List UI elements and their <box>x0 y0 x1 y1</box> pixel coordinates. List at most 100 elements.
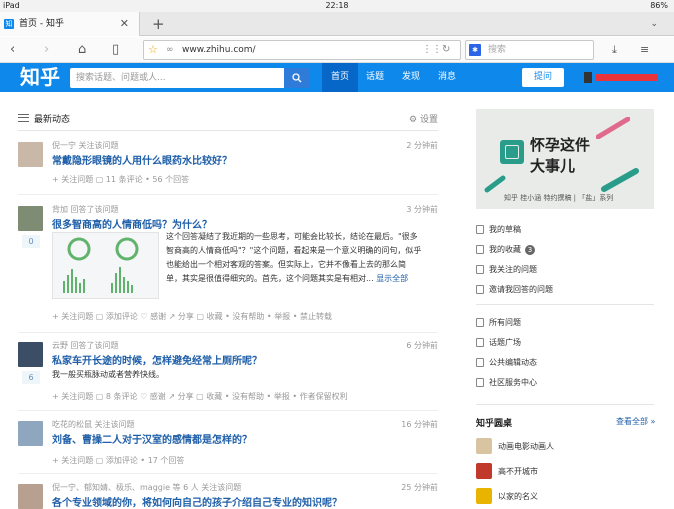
feed-settings-link[interactable]: ⚙ 设置 <box>409 112 438 125</box>
roundtable-title: 知乎圆桌 <box>476 419 513 429</box>
item-actions[interactable]: + 关注问题 ▢ 添加评论 ♡ 感谢 ↗ 分享 ▢ 收藏 • 没有帮助 • 举报… <box>52 311 332 322</box>
menu-icon[interactable]: ≡ <box>640 41 649 59</box>
sidebar-item-label: 我的草稿 <box>489 225 521 234</box>
feed-item: 倪一宁、郁知婧、极乐、maggie 等 6 人 关注该问题 25 分钟前 各个专… <box>18 482 438 509</box>
gear-icon <box>476 378 484 387</box>
topic-icon <box>476 338 484 347</box>
new-tab-icon[interactable]: + <box>152 12 165 36</box>
divider <box>476 304 654 305</box>
roundtable-view-all-link[interactable]: 查看全部 » <box>616 416 655 427</box>
excerpt-line: 也能给出一个相对客观的答案。但实际上，它并不像看上去的那么简 <box>166 260 406 269</box>
item-actions[interactable]: + 关注问题 ▢ 11 条评论 • 56 个回答 <box>52 174 189 185</box>
answer-excerpt[interactable]: 这个回答凝结了我近期的一些思考，可能会比较长，结论在最后。"很多 智商高的人情商… <box>166 230 438 286</box>
chevron-down-icon[interactable]: ⌄ <box>650 12 658 36</box>
divider <box>18 410 438 411</box>
draft-icon <box>476 225 484 234</box>
divider <box>18 194 438 195</box>
count-badge: 3 <box>525 245 535 255</box>
ask-button[interactable]: 提问 <box>522 68 564 87</box>
promo-banner[interactable]: 怀孕这件 大事儿 知乎 桂小涵 特约撰稿 | 「盐」系列 <box>476 109 654 209</box>
address-bar[interactable]: ☆ ∞ www.zhihu.com/ ⋮⋮ ↻ <box>143 40 461 60</box>
status-bar: iPad 22:18 86% <box>0 0 674 12</box>
question-link[interactable]: 各个专业领域的你，将如何向自己的孩子介绍自己专业的知识呢？ <box>52 494 342 509</box>
show-all-link[interactable]: 显示全部 <box>376 274 408 283</box>
answer-thumbnail[interactable] <box>52 232 159 299</box>
tab-zhihu[interactable]: 知 首页 - 知乎 ✕ <box>0 12 140 36</box>
divider <box>18 473 438 474</box>
question-link[interactable]: 常戴隐形眼镜的人用什么眼药水比较好？ <box>52 152 232 167</box>
item-meta[interactable]: 背加 回答了该问题 <box>52 204 119 215</box>
item-time: 2 分钟前 <box>406 141 438 150</box>
item-time: 3 分钟前 <box>406 205 438 214</box>
sidebar-item-label: 邀请我回答的问题 <box>489 285 553 294</box>
excerpt-line: 这个回答凝结了我近期的一些思考，可能会比较长，结论在最后。"很多 <box>166 232 418 241</box>
question-link[interactable]: 很多智商高的人情商低吗？为什么？ <box>52 216 212 231</box>
question-link[interactable]: 私家车开长途的时候，怎样避免经常上厕所呢？ <box>52 352 262 367</box>
answer-excerpt[interactable]: 我一般买瓶脉动或者营养快线。 <box>52 368 164 382</box>
roundtable-label: 以家的名义 <box>498 492 538 501</box>
nav-home[interactable]: 首页 <box>322 63 359 92</box>
download-icon[interactable]: ⤓ <box>612 41 617 59</box>
nav-explore[interactable]: 发现 <box>393 63 429 92</box>
avatar[interactable] <box>18 484 43 509</box>
excerpt-line: 单，其实是很值得细究的。首先，这个问题其实是有相对... <box>166 274 374 283</box>
avatar[interactable] <box>584 72 592 83</box>
vote-count[interactable]: 6 <box>22 371 40 384</box>
vote-count[interactable]: 0 <box>22 235 40 248</box>
thermometer-icon <box>601 168 639 192</box>
reload-icon[interactable]: ↻ <box>442 41 450 59</box>
nav-messages[interactable]: 消息 <box>429 63 465 92</box>
item-meta[interactable]: 倪一宁、郁知婧、极乐、maggie 等 6 人 关注该问题 <box>52 482 241 493</box>
item-meta[interactable]: 云野 回答了该问题 <box>52 340 119 351</box>
app-logo-icon <box>500 140 524 164</box>
item-time: 6 分钟前 <box>406 341 438 350</box>
redacted-username <box>596 74 658 81</box>
avatar[interactable] <box>18 206 43 231</box>
browser-search-box[interactable]: ✱ 搜索 <box>465 40 594 60</box>
item-time: 25 分钟前 <box>401 483 438 492</box>
roundtable-label: 高不开城市 <box>498 467 538 476</box>
zhihu-search-button[interactable] <box>284 68 310 88</box>
feed-item: 吃花的松鼠 关注该问题 16 分钟前 刘备、曹操二人对于汉室的感情都是怎样的？ … <box>18 419 438 469</box>
zhihu-logo[interactable]: 知乎 <box>20 63 60 92</box>
chart-thumbnail-icon <box>63 237 139 293</box>
item-actions[interactable]: + 关注问题 ▢ 添加评论 • 17 个回答 <box>52 455 184 466</box>
roundtable-label: 动画电影动画人 <box>498 442 554 451</box>
zhihu-header: 知乎 搜索话题、问题或人... 首页 话题 发现 消息 提问 <box>0 63 674 92</box>
forward-icon[interactable]: › <box>44 41 49 59</box>
question-link[interactable]: 刘备、曹操二人对于汉室的感情都是怎样的？ <box>52 431 252 446</box>
sidebar-item-label: 所有问题 <box>489 318 521 327</box>
tab-title: 首页 - 知乎 <box>19 19 64 29</box>
feed-item: 倪一宁 关注该问题 2 分钟前 常戴隐形眼镜的人用什么眼药水比较好？ + 关注问… <box>18 140 438 190</box>
back-icon[interactable]: ‹ <box>10 41 15 59</box>
close-tab-icon[interactable]: ✕ <box>120 12 129 36</box>
bookmarks-icon[interactable]: ▯ <box>112 41 119 59</box>
document-icon <box>476 285 484 294</box>
list-icon <box>18 114 29 122</box>
sidebar-item-label: 我关注的问题 <box>489 265 537 274</box>
item-meta[interactable]: 吃花的松鼠 关注该问题 <box>52 419 135 430</box>
star-icon[interactable]: ☆ <box>148 41 158 59</box>
feed-title: 最新动态 <box>34 115 71 125</box>
browser-toolbar: ‹ › ⌂ ▯ ☆ ∞ www.zhihu.com/ ⋮⋮ ↻ ✱ 搜索 ⤓ ≡ <box>0 37 674 63</box>
sidebar-item-label: 社区服务中心 <box>489 378 537 387</box>
zhihu-search-input[interactable]: 搜索话题、问题或人... <box>70 68 284 88</box>
link-icon: ∞ <box>166 45 174 55</box>
avatar[interactable] <box>18 342 43 367</box>
item-time: 16 分钟前 <box>401 420 438 429</box>
search-engine-icon[interactable]: ✱ <box>469 44 481 56</box>
clock: 22:18 <box>325 1 349 10</box>
pill-icon <box>484 175 506 193</box>
avatar[interactable] <box>18 142 43 167</box>
item-meta[interactable]: 倪一宁 关注该问题 <box>52 140 119 151</box>
reader-mode-icon[interactable]: ⋮⋮ <box>422 41 442 59</box>
home-icon[interactable]: ⌂ <box>78 41 86 59</box>
roundtable-image <box>476 488 492 504</box>
sidebar-item-label: 公共编辑动态 <box>489 358 537 367</box>
avatar[interactable] <box>18 421 43 446</box>
sidebar-item-label: 我的收藏 <box>489 245 521 254</box>
item-actions[interactable]: + 关注问题 ▢ 8 条评论 ♡ 感谢 ↗ 分享 ▢ 收藏 • 没有帮助 • 举… <box>52 391 348 402</box>
url-text[interactable]: www.zhihu.com/ <box>182 41 256 59</box>
question-list-icon <box>476 318 484 327</box>
nav-topics[interactable]: 话题 <box>357 63 393 92</box>
